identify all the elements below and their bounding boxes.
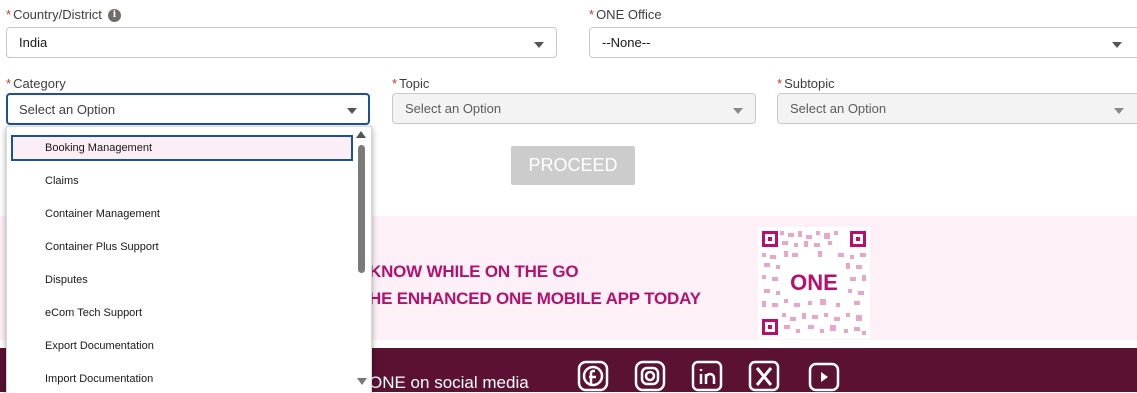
- dropdown-option-export-documentation[interactable]: Export Documentation: [11, 333, 353, 359]
- facebook-icon[interactable]: [577, 360, 609, 392]
- country-select[interactable]: India: [6, 27, 557, 58]
- youtube-icon[interactable]: [808, 360, 840, 392]
- chevron-down-icon: [347, 108, 357, 114]
- footer-social-text: ONE on social media: [369, 373, 529, 392]
- dropdown-option-container-plus-support[interactable]: Container Plus Support: [11, 234, 353, 260]
- country-label: * Country/District i: [6, 7, 121, 23]
- dropdown-option-import-documentation[interactable]: Import Documentation: [11, 366, 353, 392]
- category-select[interactable]: Select an Option: [6, 93, 370, 125]
- scroll-down-icon[interactable]: [357, 378, 367, 385]
- instagram-icon[interactable]: [634, 360, 666, 392]
- topic-label: * Topic: [392, 76, 430, 91]
- scrollbar-thumb[interactable]: [358, 145, 365, 273]
- scroll-up-icon[interactable]: [356, 131, 366, 138]
- chevron-down-icon: [1114, 107, 1124, 114]
- subtopic-label: * Subtopic: [777, 76, 835, 91]
- dropdown-option-disputes[interactable]: Disputes: [11, 267, 353, 293]
- dropdown-option-ecom-tech-support[interactable]: eCom Tech Support: [11, 300, 353, 326]
- chevron-down-icon: [733, 107, 743, 114]
- qr-logo-text: ONE: [790, 270, 838, 295]
- category-dropdown[interactable]: Booking Management Claims Container Mana…: [6, 126, 372, 393]
- qr-code-graphic: ONE: [758, 227, 870, 339]
- chevron-down-icon: [1112, 41, 1122, 48]
- office-label: * ONE Office: [589, 7, 662, 22]
- office-select[interactable]: --None--: [589, 27, 1137, 58]
- topic-select: Select an Option: [392, 93, 756, 124]
- category-label: * Category: [6, 76, 66, 91]
- x-icon[interactable]: [748, 360, 780, 392]
- chevron-down-icon: [534, 41, 544, 48]
- info-icon[interactable]: i: [107, 9, 121, 23]
- dropdown-option-booking-management[interactable]: Booking Management: [11, 135, 353, 161]
- qr-code: ONE: [758, 227, 870, 339]
- linkedin-icon[interactable]: [691, 360, 723, 392]
- proceed-button[interactable]: PROCEED: [511, 146, 635, 185]
- subtopic-select: Select an Option: [777, 93, 1137, 124]
- promo-line-1: KNOW WHILE ON THE GO: [369, 262, 579, 281]
- promo-line-2: HE ENHANCED ONE MOBILE APP TODAY: [369, 289, 701, 308]
- dropdown-option-container-management[interactable]: Container Management: [11, 201, 353, 227]
- dropdown-option-claims[interactable]: Claims: [11, 168, 353, 194]
